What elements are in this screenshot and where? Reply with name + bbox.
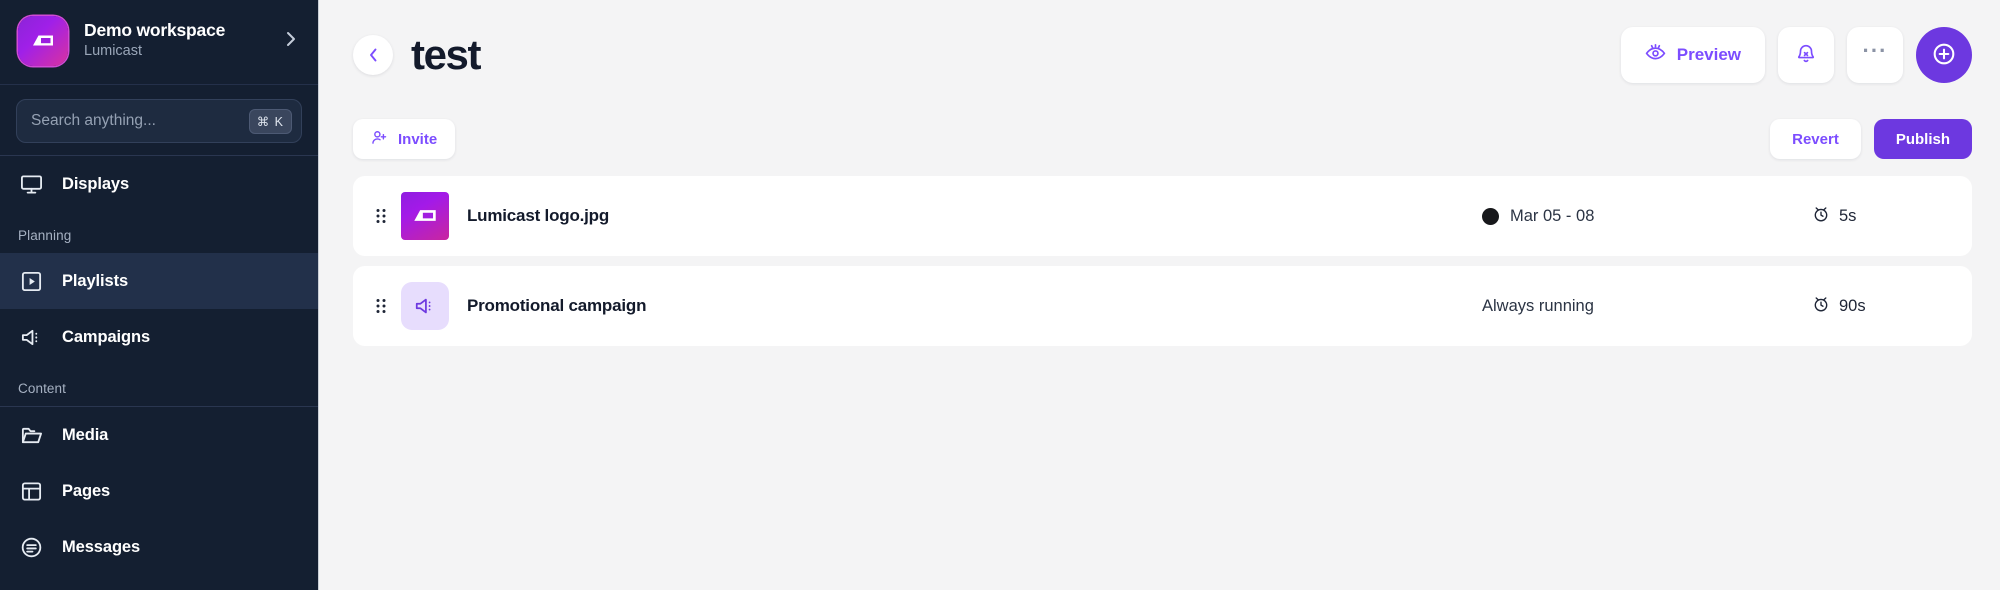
row-duration-label: 90s (1839, 296, 1866, 315)
app-root: Demo workspace Lumicast Search anything.… (0, 0, 2000, 590)
alarm-clock-icon (1812, 205, 1830, 228)
sidebar-item-label-playlists: Playlists (62, 271, 129, 290)
sidebar-section-planning: Planning (18, 228, 72, 243)
sidebar-item-media[interactable]: Media (0, 407, 318, 463)
alarm-clock-icon (1812, 295, 1830, 318)
megaphone-icon (18, 326, 44, 349)
lumicast-screen-logo-icon (401, 192, 449, 240)
sidebar-item-campaigns[interactable]: Campaigns (0, 309, 318, 365)
toolbar-actions: Preview ··· (1620, 27, 1972, 83)
sub-toolbar: Invite Revert Publish (319, 110, 2000, 168)
more-options-button[interactable]: ··· (1847, 27, 1903, 83)
chevron-left-icon (369, 48, 376, 62)
search-input[interactable]: Search anything... ⌘ K (16, 99, 302, 143)
layout-icon (18, 480, 44, 503)
sidebar-item-displays[interactable]: Displays (0, 156, 318, 212)
play-square-icon (18, 270, 44, 293)
revert-button[interactable]: Revert (1770, 119, 1861, 159)
row-name: Promotional campaign (467, 296, 647, 315)
search-placeholder: Search anything... (31, 112, 156, 129)
plus-circle-icon (1931, 41, 1957, 70)
row-schedule-label: Always running (1482, 296, 1594, 315)
row-schedule: Mar 05 - 08 (1482, 207, 1812, 226)
table-row[interactable]: Promotional campaign Always running 90s (353, 266, 1972, 346)
sidebar-nav: Displays Planning Playlists Campaigns Co… (0, 155, 318, 590)
main-content: test Preview ··· Invite Revert Publish L… (319, 0, 2000, 590)
add-button[interactable] (1916, 27, 1972, 83)
sidebar-section-content: Content (18, 381, 66, 396)
more-horizontal-icon: ··· (1862, 38, 1888, 63)
preview-label: Preview (1676, 45, 1741, 64)
row-duration-label: 5s (1839, 206, 1857, 225)
sidebar-item-playlists[interactable]: Playlists (0, 253, 318, 309)
sidebar-item-label-pages: Pages (62, 481, 111, 500)
lumicast-screen-logo-icon (18, 16, 68, 66)
invite-button[interactable]: Invite (353, 119, 456, 159)
preview-button[interactable]: Preview (1620, 27, 1765, 83)
page-title: test (411, 31, 481, 78)
sidebar: Demo workspace Lumicast Search anything.… (0, 0, 319, 590)
sidebar-item-label-media: Media (62, 425, 109, 444)
table-row[interactable]: Lumicast logo.jpg Mar 05 - 08 5s (353, 176, 1972, 256)
back-button[interactable] (353, 35, 393, 75)
megaphone-icon (401, 282, 449, 330)
workspace-name: Demo workspace (84, 20, 226, 41)
schedule-status-dot-icon (1482, 207, 1499, 225)
eye-icon (1645, 42, 1666, 68)
row-duration: 5s (1812, 205, 1942, 228)
subbar-actions: Revert Publish (1770, 119, 1972, 159)
row-schedule: Always running (1482, 297, 1812, 316)
folder-icon (18, 424, 44, 447)
bell-off-icon (1795, 42, 1817, 69)
sidebar-item-messages[interactable]: Messages (0, 519, 318, 575)
publish-button[interactable]: Publish (1873, 119, 1972, 159)
row-duration: 90s (1812, 295, 1942, 318)
sidebar-item-label-messages: Messages (62, 537, 141, 556)
notifications-off-button[interactable] (1778, 27, 1834, 83)
workspace-text: Demo workspace Lumicast (84, 20, 270, 61)
row-schedule-label: Mar 05 - 08 (1510, 206, 1595, 225)
search-container: Search anything... ⌘ K (0, 85, 318, 155)
sidebar-item-label-displays: Displays (62, 174, 130, 193)
row-name: Lumicast logo.jpg (467, 206, 610, 225)
workspace-switcher[interactable]: Demo workspace Lumicast (0, 0, 318, 85)
invite-label: Invite (398, 130, 438, 148)
playlist-items-list: Lumicast logo.jpg Mar 05 - 08 5s Promoti… (319, 168, 2000, 346)
workspace-product: Lumicast (84, 43, 143, 60)
search-shortcut-badge: ⌘ K (248, 108, 292, 134)
message-circle-icon (18, 536, 44, 559)
top-toolbar: test Preview ··· (319, 0, 2000, 110)
drag-handle-icon[interactable] (367, 297, 395, 315)
drag-handle-icon[interactable] (367, 207, 395, 225)
monitor-icon (18, 173, 44, 196)
chevron-right-icon[interactable] (286, 31, 300, 52)
user-plus-icon (371, 129, 388, 150)
sidebar-item-label-campaigns: Campaigns (62, 327, 151, 346)
sidebar-item-pages[interactable]: Pages (0, 463, 318, 519)
